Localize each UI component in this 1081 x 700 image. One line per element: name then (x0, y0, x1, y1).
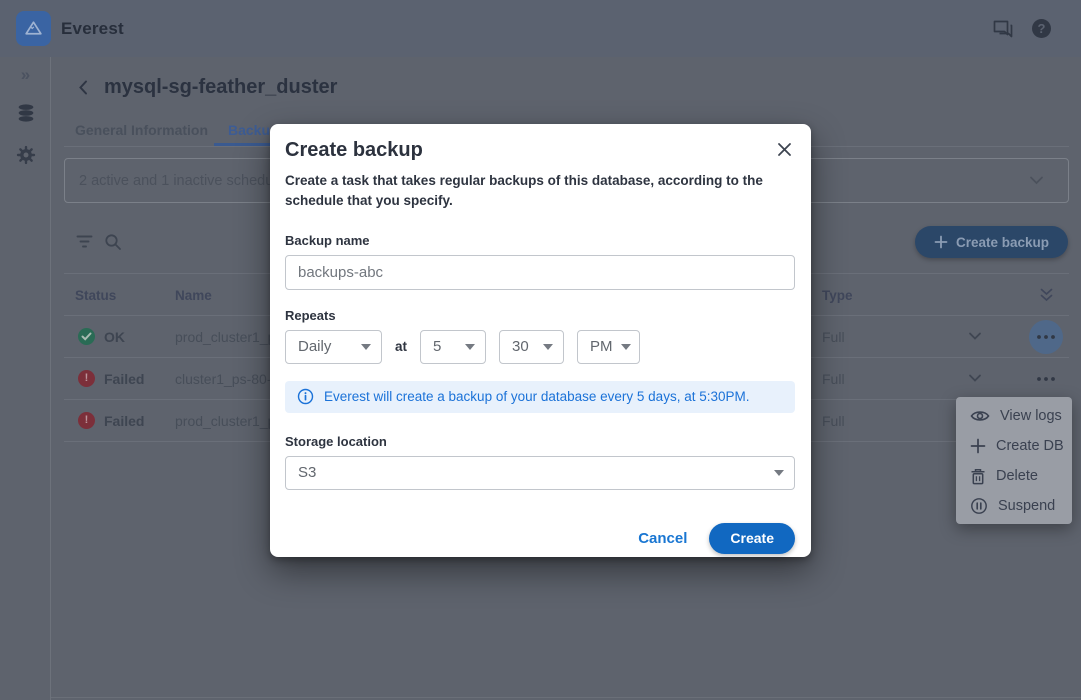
tab-general-information[interactable]: General Information (75, 122, 208, 138)
cell-backup-name: prod_cluster1_p (175, 329, 275, 345)
trash-icon (970, 468, 986, 485)
caret-down-icon (621, 344, 631, 350)
search-icon[interactable] (104, 233, 122, 251)
ellipsis-icon (1036, 334, 1056, 340)
repeats-label: Repeats (285, 308, 795, 323)
databases-icon (15, 102, 37, 124)
cell-backup-type: Full (822, 329, 845, 345)
dialog-description: Create a task that takes regular backups… (285, 171, 791, 212)
column-header-name[interactable]: Name (175, 288, 212, 303)
chevron-down-icon[interactable] (968, 374, 982, 383)
mountain-icon (23, 18, 44, 39)
settings-gear-icon (15, 144, 37, 166)
help-icon[interactable]: ? (1032, 19, 1051, 38)
info-icon (297, 388, 314, 405)
menu-item-create-db[interactable]: Create DB (956, 431, 1072, 461)
status-badge: Failed (104, 371, 144, 387)
schedule-info-alert: Everest will create a backup of your dat… (285, 381, 795, 413)
double-arrow-right-icon: » (21, 66, 30, 83)
menu-item-delete[interactable]: Delete (956, 461, 1072, 491)
status-badge: Failed (104, 413, 144, 429)
row-actions-menu-button[interactable] (1035, 368, 1057, 390)
create-backup-button[interactable]: Create backup (915, 226, 1068, 258)
ampm-select[interactable]: PM (577, 330, 640, 364)
backup-name-label: Backup name (285, 233, 795, 248)
collapsed-sidebar: » (0, 57, 51, 700)
create-button[interactable]: Create (709, 523, 795, 554)
error-circle-icon: ! (78, 370, 95, 387)
error-circle-icon: ! (78, 412, 95, 429)
chevron-left-icon (76, 79, 90, 96)
caret-down-icon (774, 470, 784, 476)
menu-item-suspend[interactable]: Suspend (956, 491, 1072, 521)
sidebar-item-databases[interactable] (0, 102, 51, 124)
ellipsis-icon (1036, 376, 1056, 382)
close-icon (777, 142, 792, 157)
create-backup-dialog: Create backup Create a task that takes r… (270, 124, 811, 557)
caret-down-icon (465, 344, 475, 350)
eye-icon (970, 409, 990, 423)
caret-down-icon (543, 344, 553, 350)
check-circle-icon (78, 328, 95, 345)
everest-logo (16, 11, 51, 46)
table-row-status: ! Failed (78, 370, 144, 387)
table-row-status: OK (78, 328, 125, 345)
storage-location-select[interactable]: S3 (285, 456, 795, 490)
pause-circle-icon (970, 497, 988, 515)
page-title: mysql-sg-feather_duster (104, 76, 337, 99)
schedule-info-text: Everest will create a backup of your dat… (324, 389, 749, 404)
filter-icon[interactable] (75, 233, 94, 250)
chevron-down-icon[interactable] (968, 332, 982, 341)
caret-down-icon (361, 344, 371, 350)
schedules-summary: 2 active and 1 inactive schedule (79, 173, 285, 189)
back-button[interactable] (76, 79, 90, 96)
brand-title: Everest (61, 19, 124, 39)
backup-name-input[interactable] (285, 255, 795, 290)
plus-icon (934, 235, 948, 249)
at-label: at (395, 339, 407, 354)
sidebar-expand-button[interactable]: » (0, 66, 51, 83)
create-backup-label: Create backup (956, 235, 1049, 250)
column-header-status[interactable]: Status (75, 288, 116, 303)
status-badge: OK (104, 329, 125, 345)
forum-icon[interactable] (992, 19, 1014, 39)
bottom-divider (0, 697, 1081, 698)
dialog-title: Create backup (285, 138, 423, 162)
cell-backup-type: Full (822, 371, 845, 387)
menu-item-view-logs[interactable]: View logs (956, 401, 1072, 431)
table-row-status: ! Failed (78, 412, 144, 429)
plus-icon (970, 438, 986, 454)
row-actions-menu-button[interactable] (1035, 326, 1057, 348)
cancel-button[interactable]: Cancel (634, 524, 691, 553)
close-button[interactable] (774, 139, 795, 160)
chevron-down-icon (1029, 176, 1044, 185)
storage-location-label: Storage location (285, 434, 795, 449)
cell-backup-type: Full (822, 413, 845, 429)
cell-backup-name: prod_cluster1_p (175, 413, 275, 429)
row-actions-menu: View logs Create DB Delete Suspend (956, 397, 1072, 524)
column-header-type[interactable]: Type (822, 288, 853, 303)
hour-select[interactable]: 5 (420, 330, 486, 364)
app-top-bar: Everest ? (0, 0, 1081, 57)
sidebar-item-settings[interactable] (0, 144, 51, 166)
double-chevron-down-icon[interactable] (1039, 288, 1054, 302)
frequency-select[interactable]: Daily (285, 330, 382, 364)
cell-backup-name: cluster1_ps-80-g (175, 371, 279, 387)
minute-select[interactable]: 30 (499, 330, 564, 364)
